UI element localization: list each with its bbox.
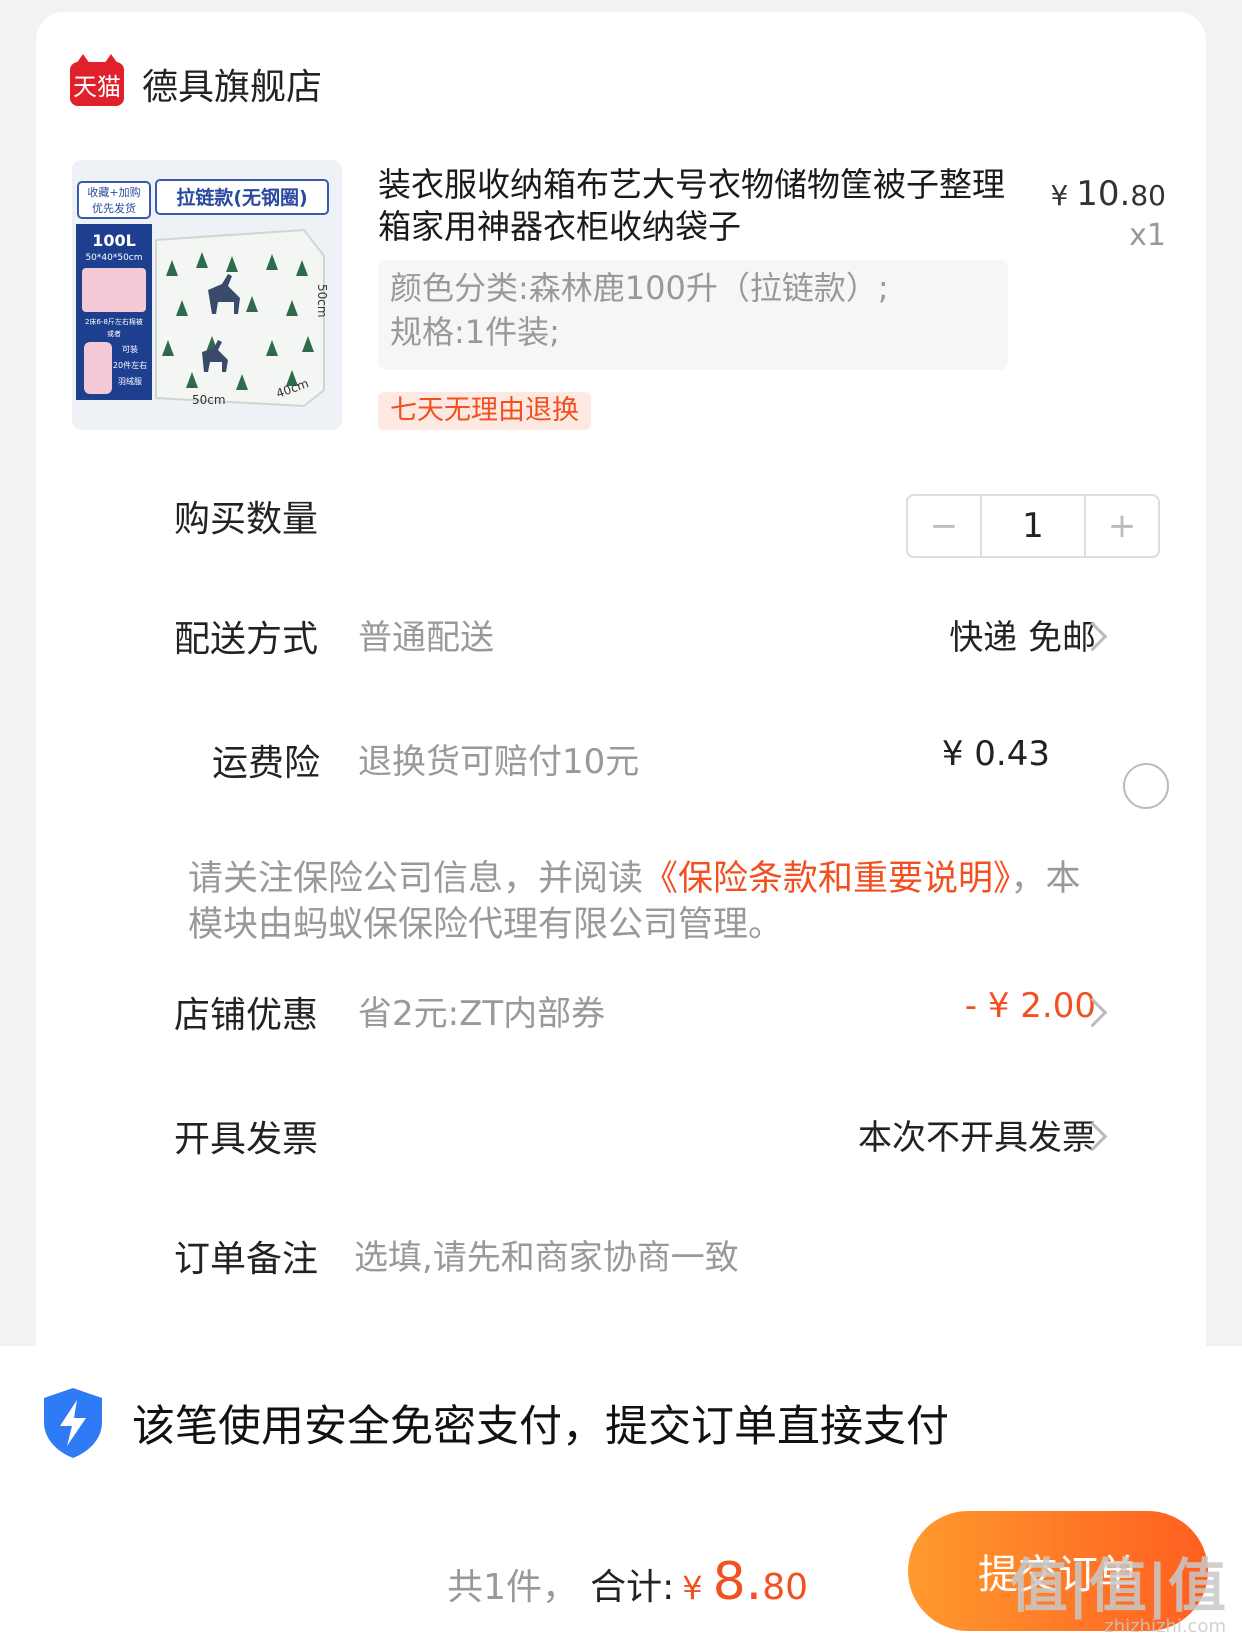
price-currency: ¥ [1050, 179, 1069, 212]
thumb-note4: 20件左右 [113, 360, 147, 370]
product-title[interactable]: 装衣服收纳箱布艺大号衣物储物筐被子整理箱家用神器衣柜收纳袋子 [378, 164, 1018, 248]
tmall-logo-icon: 天猫 [70, 54, 124, 106]
order-card: 天猫 德具旗舰店 收藏+加购 优先发货 拉链款(无钢圈) 100L 50*40*… [36, 12, 1206, 1412]
shield-lightning-icon [44, 1388, 102, 1458]
discount-value[interactable]: - ¥ 2.00 [965, 986, 1096, 1026]
insurance-label: 运费险 [212, 743, 321, 784]
product-spec[interactable]: 颜色分类:森林鹿100升（拉链款）; 规格:1件装; [378, 260, 1008, 370]
delivery-label: 配送方式 [174, 619, 319, 660]
insurance-terms-link[interactable]: 《保险条款和重要说明》 [643, 859, 1011, 899]
watermark-main: 值|值|值 [1009, 1552, 1226, 1620]
product-quantity: x1 [1129, 218, 1166, 253]
order-summary: 共1件， 合计: ¥ 8. 80 [447, 1552, 808, 1612]
insurance-radio[interactable] [1123, 763, 1169, 809]
thumb-dims: 50*40*50cm [85, 253, 142, 263]
total-integer: 8. [712, 1552, 763, 1612]
total-currency: ¥ [682, 1569, 703, 1607]
thumb-note5: 羽绒服 [118, 376, 142, 386]
thumb-note1: 2床6-8斤左右棉被 [85, 317, 143, 326]
tmall-logo-text: 天猫 [73, 72, 121, 101]
delivery-value[interactable]: 快递 免邮 [949, 610, 1096, 659]
notice-text-1: 请关注保险公司信息，并阅读 [188, 859, 644, 899]
secure-payment-notice: 该笔使用安全免密支付，提交订单直接支付 [40, 1386, 949, 1460]
thumb-tag1: 收藏+加购 [87, 185, 140, 199]
insurance-notice: 请关注保险公司信息，并阅读《保险条款和重要说明》，本模块由蚂蚁保保险代理有限公司… [188, 856, 1088, 948]
thumb-note3: 可装 [122, 344, 138, 354]
product-price: ¥10.80 [1050, 174, 1166, 214]
quantity-plus-button[interactable]: + [1086, 496, 1158, 556]
total-label: 合计: [590, 1567, 675, 1608]
watermark: 值|值|值 zhizhizhi.com [1010, 1556, 1226, 1638]
thumb-note2: 或者 [107, 329, 121, 338]
delivery-desc: 普通配送 [358, 618, 494, 658]
invoice-label: 开具发票 [174, 1119, 319, 1160]
thumb-headline: 拉链款(无钢圈) [176, 186, 307, 209]
return-policy-badge: 七天无理由退换 [378, 392, 591, 430]
thumb-tag1b: 优先发货 [92, 201, 136, 215]
quantity-stepper[interactable]: − 1 + [906, 494, 1160, 558]
price-cents: 80 [1130, 179, 1166, 212]
product-image: 收藏+加购 优先发货 拉链款(无钢圈) 100L 50*40*50cm 2床6-… [72, 160, 342, 430]
total-cents: 80 [762, 1567, 808, 1608]
quantity-minus-button[interactable]: − [908, 496, 980, 556]
price-integer: 10. [1076, 174, 1131, 214]
thumb-capacity: 100L [92, 231, 136, 250]
insurance-price: ¥ 0.43 [941, 734, 1050, 774]
quantity-label: 购买数量 [174, 499, 319, 540]
product-thumbnail[interactable]: 收藏+加购 优先发货 拉链款(无钢圈) 100L 50*40*50cm 2床6-… [72, 160, 342, 430]
remark-label: 订单备注 [174, 1239, 319, 1280]
store-name[interactable]: 德具旗舰店 [142, 58, 322, 110]
invoice-value[interactable]: 本次不开具发票 [858, 1110, 1096, 1159]
spec-line-size: 规格:1件装; [390, 313, 560, 351]
discount-desc: 省2元:ZT内部券 [358, 994, 606, 1034]
thumb-height: 50cm [315, 284, 329, 318]
store-header[interactable]: 天猫 德具旗舰店 [70, 54, 322, 114]
thumb-width: 50cm [192, 393, 226, 407]
quantity-value[interactable]: 1 [980, 496, 1086, 556]
remark-input[interactable]: 选填,请先和商家协商一致 [354, 1230, 739, 1279]
insurance-desc: 退换货可赔付10元 [358, 742, 640, 782]
spec-line-color: 颜色分类:森林鹿100升（拉链款）; [390, 269, 889, 307]
secure-payment-text: 该笔使用安全免密支付，提交订单直接支付 [132, 1402, 949, 1452]
discount-label: 店铺优惠 [174, 995, 319, 1036]
item-count: 共1件， [447, 1567, 579, 1608]
